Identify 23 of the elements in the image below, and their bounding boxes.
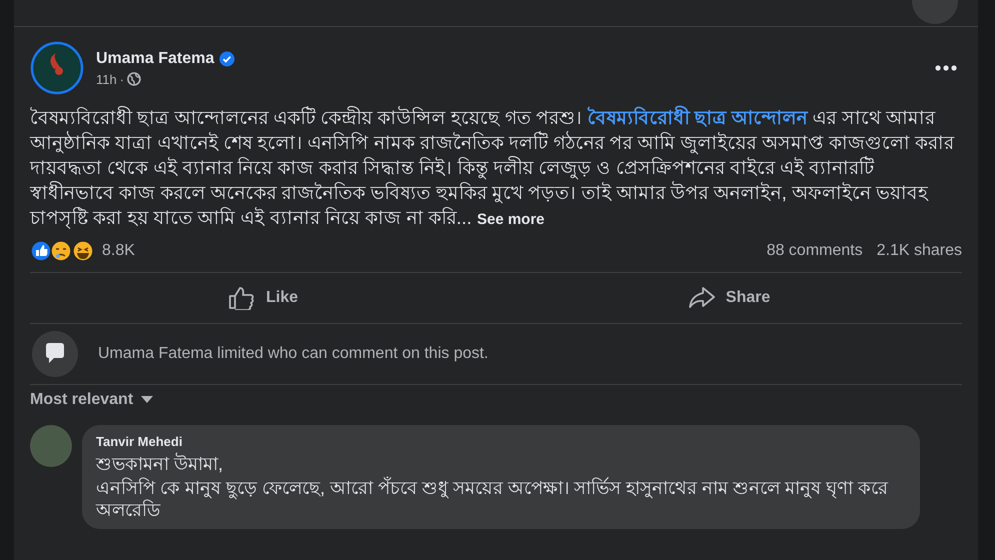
reaction-count[interactable]: 8.8K [102,242,135,260]
comment-text: এনসিপি কে মানুষ ছুড়ে ফেলেছে, আরো পঁচবে শুধু সময়ের অপেক্ষা। সার্ভিস হাসুনাথের নাম শুনলে মানুষ ঘৃণা করে অলরেডি [96,477,890,521]
share-button[interactable]: Share [496,279,962,317]
caret-icon [141,396,154,404]
share-count[interactable]: 2.1K shares [876,242,962,260]
comment-bubble-icon [32,331,78,377]
separator-dot: · [120,72,124,86]
see-more-link[interactable]: See more [476,211,545,228]
more-options-icon[interactable] [934,64,958,72]
globe-icon [127,72,142,86]
comment-restriction-notice: Umama Fatema limited who can comment on this post. [98,345,488,363]
page-link[interactable]: বৈষম্যবিরোধী ছাত্র আন্দোলন [587,107,808,128]
comment-text: শুভকামনা উমামা, [96,453,224,475]
post-time[interactable]: 11h [96,72,117,86]
comment-count[interactable]: 88 comments [766,242,863,260]
author-name[interactable]: Umama Fatema [96,50,214,68]
share-arrow-icon [688,286,716,310]
sort-dropdown[interactable]: Most relevant [30,391,154,409]
commenter-name[interactable]: Tanvir Mehedi [96,434,182,449]
avatar-icon [30,41,84,95]
post-text: বৈষম্যবিরোধী ছাত্র আন্দোলনের একটি কেন্দ্রীয় কাউন্সিল হয়েছে গত পরশু। বৈষম্যবিরোধী ছাত্র আন্দোলন এর সাথে আমার আনুষ্ঠানিক যাত্রা এখানেই শেষ হলো। এনসিপি নামক রাজনৈতিক দলটি গঠনের পর আমি জুলাইয়ের অসমাপ্ত কাজগুলো করার দায়বদ্ধতা থেকে এই ব্যানার নিয়ে কাজ করার সিদ্ধান্ত নিই। কিন্তু দলীয় লেজুড় ও প্রেসক্রিপশনের বাইরে এই ব্যানারটি স্বাধীনভাবে কাজ করলে অনেকের রাজনৈতিক ভবিষ্যত হুমকির মুখে পড়ত। তাই আমার উপর অনলাইন, অফলাইনে ভয়াবহ চাপসৃষ্টি করা হয় যাতে আমি এই ব্যানার নিয়ে কাজ না করি... See more [30,105,956,231]
thumbs-up-icon [228,286,256,310]
like-button[interactable]: Like [30,279,496,317]
